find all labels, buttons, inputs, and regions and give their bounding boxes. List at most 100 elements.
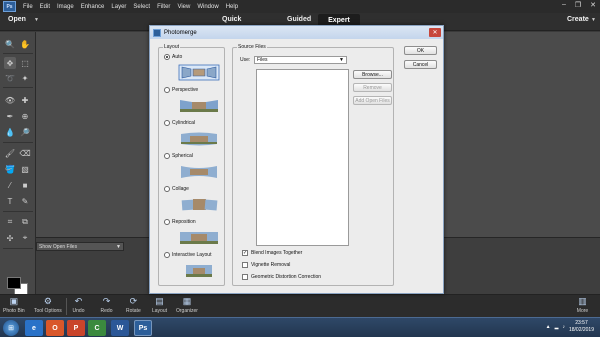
redo-button[interactable]: ↷ Redo <box>100 296 113 314</box>
taskbar-powerpoint[interactable]: P <box>67 320 85 336</box>
menu-window[interactable]: Window <box>197 4 218 10</box>
taskbar-ie[interactable]: e <box>25 320 43 336</box>
close-icon[interactable]: ✕ <box>429 28 441 37</box>
gradient-tool-icon[interactable]: ▧ <box>19 163 31 175</box>
collage-layout-thumbnail[interactable] <box>178 196 220 213</box>
show-open-files-dropdown[interactable]: Show Open Files ▼ <box>36 242 124 251</box>
clone-stamp-tool-icon[interactable]: ⊕ <box>19 110 31 122</box>
chevron-down-icon[interactable]: ▼ <box>34 17 39 23</box>
hand-tool-icon[interactable]: ✋ <box>19 38 31 50</box>
chevron-down-icon[interactable]: ▼ <box>591 17 596 23</box>
remove-button[interactable]: Remove <box>353 83 392 92</box>
layout-option-cylindrical[interactable]: Cylindrical <box>164 120 195 126</box>
checkbox-icon <box>242 274 248 280</box>
type-tool-icon[interactable]: T <box>4 195 16 207</box>
tool-divider <box>3 211 33 212</box>
content-move-tool-icon[interactable]: ✣ <box>4 232 16 244</box>
maximize-icon[interactable]: ❐ <box>575 1 581 9</box>
undo-icon: ↶ <box>74 296 83 306</box>
photo-bin-button[interactable]: ▣ Photo Bin <box>3 296 25 314</box>
menu-view[interactable]: View <box>177 4 190 10</box>
use-dropdown[interactable]: Files ▼ <box>254 56 347 64</box>
reposition-layout-thumbnail[interactable] <box>178 229 220 246</box>
organizer-button[interactable]: ▦ Organizer <box>176 296 198 314</box>
start-button[interactable]: ⊞ <box>3 320 19 336</box>
menu-enhance[interactable]: Enhance <box>81 4 105 10</box>
layout-option-reposition[interactable]: Reposition <box>164 219 196 225</box>
smart-brush-tool-icon[interactable]: ✒ <box>4 110 16 122</box>
close-icon[interactable]: ✕ <box>590 1 596 9</box>
menu-filter[interactable]: Filter <box>157 4 170 10</box>
zoom-tool-icon[interactable]: 🔍 <box>4 38 16 50</box>
clock[interactable]: 23:57 18/02/2019 <box>569 320 594 334</box>
magic-wand-tool-icon[interactable]: ✦ <box>19 72 31 84</box>
tray-up-icon[interactable]: ▲ <box>546 324 551 330</box>
menu-image[interactable]: Image <box>57 4 74 10</box>
marquee-tool-icon[interactable]: ⬚ <box>19 57 31 69</box>
taskbar-photoshop[interactable]: Ps <box>134 320 152 336</box>
interactive-layout-thumbnail[interactable] <box>185 262 213 279</box>
sponge-tool-icon[interactable]: 🔎 <box>19 126 31 138</box>
menu-edit[interactable]: Edit <box>40 4 50 10</box>
menu-select[interactable]: Select <box>133 4 150 10</box>
browse-button[interactable]: Browse... <box>353 70 392 79</box>
blend-images-checkbox[interactable]: ✓ Blend Images Together <box>242 250 302 256</box>
taskbar-word[interactable]: W <box>111 320 129 336</box>
taskbar-chrome[interactable]: C <box>88 320 106 336</box>
clock-date: 18/02/2019 <box>568 327 594 333</box>
layout-option-collage[interactable]: Collage <box>164 186 189 192</box>
blur-tool-icon[interactable]: 💧 <box>4 126 16 138</box>
taskbar-firefox[interactable]: O <box>46 320 64 336</box>
brush-tool-icon[interactable]: 🖌 <box>4 147 16 159</box>
menu-help[interactable]: Help <box>226 4 238 10</box>
dialog-title-bar[interactable]: Photomerge ✕ <box>150 26 443 39</box>
rotate-button[interactable]: ⟳ Rotate <box>126 296 141 314</box>
volume-icon[interactable]: ♪ <box>562 324 565 330</box>
create-button[interactable]: Create <box>567 16 589 23</box>
photoshop-elements-window: Ps File Edit Image Enhance Layer Select … <box>0 0 600 337</box>
chevron-down-icon: ▼ <box>116 244 121 250</box>
crop-tool-icon[interactable]: ⌗ <box>4 216 16 228</box>
layout-option-interactive[interactable]: Interactive Layout <box>164 252 211 258</box>
menu-layer[interactable]: Layer <box>111 4 126 10</box>
minimize-icon[interactable]: – <box>562 1 566 9</box>
move-tool-icon[interactable]: ✥ <box>4 57 16 69</box>
lasso-tool-icon[interactable]: ➰ <box>4 72 16 84</box>
geometric-distortion-checkbox[interactable]: Geometric Distortion Correction <box>242 274 321 280</box>
vignette-removal-checkbox[interactable]: Vignette Removal <box>242 262 290 268</box>
recompose-tool-icon[interactable]: ⧉ <box>19 216 31 228</box>
cancel-button[interactable]: Cancel <box>404 60 437 69</box>
mode-quick-tab[interactable]: Quick <box>222 16 241 23</box>
menu-bar: Ps File Edit Image Enhance Layer Select … <box>0 0 600 13</box>
layout-option-auto[interactable]: Auto <box>164 54 182 60</box>
source-files-list[interactable] <box>256 69 349 246</box>
shape-tool-icon[interactable]: ■ <box>19 179 31 191</box>
tool-divider <box>3 248 33 249</box>
pencil-tool-icon[interactable]: ✎ <box>19 195 31 207</box>
eyedropper-tool-icon[interactable]: ⁄ <box>4 179 16 191</box>
eraser-tool-icon[interactable]: ⌫ <box>19 147 31 159</box>
open-button[interactable]: Open <box>8 16 26 23</box>
checkbox-checked-icon: ✓ <box>242 250 248 256</box>
eye-tool-icon[interactable]: 👁 <box>4 94 16 106</box>
straighten-tool-icon[interactable]: ⌖ <box>19 232 31 244</box>
paint-bucket-tool-icon[interactable]: 🪣 <box>4 163 16 175</box>
spot-healing-tool-icon[interactable]: ✚ <box>19 94 31 106</box>
network-icon[interactable]: ▂ <box>555 324 559 330</box>
auto-layout-thumbnail[interactable] <box>178 64 220 81</box>
mode-guided-tab[interactable]: Guided <box>287 16 311 23</box>
perspective-layout-thumbnail[interactable] <box>178 97 220 114</box>
cylindrical-layout-thumbnail[interactable] <box>178 130 220 147</box>
layout-option-spherical[interactable]: Spherical <box>164 153 193 159</box>
ok-button[interactable]: OK <box>404 46 437 55</box>
undo-button[interactable]: ↶ Undo <box>72 296 85 314</box>
source-files-group-label: Source Files <box>237 44 267 50</box>
menu-file[interactable]: File <box>23 4 33 10</box>
add-open-files-button[interactable]: Add Open Files <box>353 96 392 105</box>
layout-button[interactable]: ▤ Layout <box>152 296 167 314</box>
foreground-color-swatch[interactable] <box>7 277 21 289</box>
spherical-layout-thumbnail[interactable] <box>178 163 220 180</box>
layout-option-perspective[interactable]: Perspective <box>164 87 198 93</box>
more-button[interactable]: ▥ More <box>576 296 589 314</box>
tool-options-button[interactable]: ⚙ Tool Options <box>34 296 62 314</box>
